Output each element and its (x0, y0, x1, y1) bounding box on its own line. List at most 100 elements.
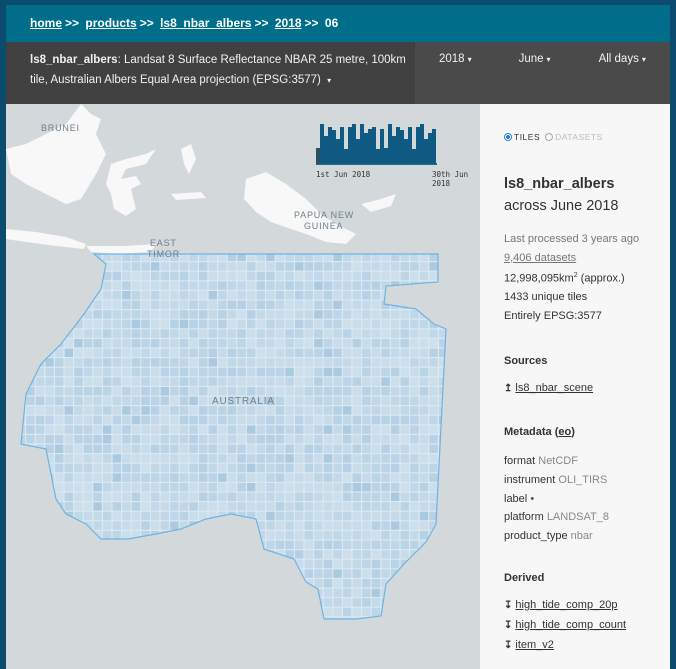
map-tile[interactable] (449, 339, 457, 347)
map-tile[interactable] (285, 617, 294, 625)
map-tile[interactable] (275, 483, 285, 492)
map-tile[interactable] (141, 271, 150, 281)
map-tile[interactable] (343, 607, 352, 617)
map-tile[interactable] (189, 540, 198, 549)
map-tile[interactable] (371, 348, 381, 357)
map-tile[interactable] (35, 435, 45, 444)
map-tile[interactable] (247, 444, 256, 453)
map-tile[interactable] (199, 579, 208, 588)
map-tile[interactable] (35, 262, 45, 271)
map-tile[interactable] (449, 262, 457, 270)
map-tile[interactable] (266, 348, 275, 357)
map-tile[interactable] (179, 367, 189, 377)
map-tile[interactable] (449, 617, 457, 625)
map-tile[interactable] (352, 396, 361, 405)
map-tile[interactable] (304, 463, 313, 473)
map-tile[interactable] (141, 367, 150, 377)
map-tile[interactable] (237, 358, 246, 367)
map-tile[interactable] (237, 521, 246, 530)
map-tile[interactable] (352, 348, 361, 357)
map-tile[interactable] (429, 435, 438, 444)
map-tile[interactable] (179, 511, 189, 521)
map-tile[interactable] (352, 310, 361, 319)
map-tile[interactable] (362, 396, 371, 405)
map-tile[interactable] (131, 559, 141, 569)
map-tile[interactable] (237, 281, 246, 290)
map-tile[interactable] (275, 300, 285, 309)
map-tile[interactable] (275, 511, 285, 521)
map-tile[interactable] (391, 377, 400, 386)
map-tile[interactable] (218, 454, 227, 463)
map-tile[interactable] (323, 387, 333, 396)
map-tile[interactable] (343, 588, 352, 597)
map-tile[interactable] (419, 319, 429, 329)
map-tile[interactable] (314, 444, 323, 453)
map-tile[interactable] (26, 550, 35, 559)
map-tile[interactable] (275, 559, 285, 569)
map-tile[interactable] (122, 310, 131, 319)
map-tile[interactable] (333, 550, 342, 559)
map-tile[interactable] (391, 415, 400, 425)
map-tile[interactable] (285, 435, 294, 444)
map-tile[interactable] (64, 300, 73, 309)
map-tile[interactable] (83, 329, 93, 338)
map-tile[interactable] (64, 425, 73, 434)
map-tile[interactable] (103, 291, 112, 300)
map-tile[interactable] (199, 502, 208, 511)
year-select[interactable]: 2018 ▾ (439, 42, 472, 104)
map-tile[interactable] (151, 444, 160, 453)
map-tile[interactable] (400, 367, 409, 377)
map-tile[interactable] (362, 569, 371, 578)
map-tile[interactable] (122, 559, 131, 569)
map-tile[interactable] (256, 435, 265, 444)
map-tile[interactable] (64, 473, 73, 482)
map-tile[interactable] (170, 396, 179, 405)
map-tile[interactable] (314, 502, 323, 511)
map-tile[interactable] (333, 540, 342, 549)
map-tile[interactable] (141, 348, 150, 357)
map-tile[interactable] (362, 339, 371, 348)
map-tile[interactable] (256, 617, 265, 625)
map-tile[interactable] (266, 598, 275, 607)
map-tile[interactable] (26, 579, 35, 588)
map-tile[interactable] (449, 387, 457, 395)
map-tile[interactable] (419, 377, 429, 386)
map-tile[interactable] (391, 425, 400, 434)
map-tile[interactable] (112, 492, 121, 501)
map-tile[interactable] (131, 329, 141, 338)
map-tile[interactable] (170, 569, 179, 578)
map-tile[interactable] (314, 319, 323, 329)
map-tile[interactable] (170, 348, 179, 357)
map-tile[interactable] (112, 262, 121, 271)
map-tile[interactable] (419, 463, 429, 473)
map-tile[interactable] (295, 310, 304, 319)
map-tile[interactable] (160, 473, 169, 482)
map-tile[interactable] (314, 300, 323, 309)
map-tile[interactable] (179, 271, 189, 281)
map-tile[interactable] (352, 377, 361, 386)
map-tile[interactable] (160, 463, 169, 473)
map-tile[interactable] (170, 262, 179, 271)
map-tile[interactable] (17, 540, 25, 549)
map-tile[interactable] (103, 367, 112, 377)
map-tile[interactable] (449, 377, 457, 385)
map-tile[interactable] (160, 348, 169, 357)
map-tile[interactable] (74, 550, 83, 559)
map-tile[interactable] (410, 511, 419, 521)
map-tile[interactable] (218, 271, 227, 281)
map-tile[interactable] (35, 348, 45, 357)
map-tile[interactable] (170, 550, 179, 559)
map-tile[interactable] (141, 396, 150, 405)
map-tile[interactable] (112, 329, 121, 338)
map-tile[interactable] (295, 502, 304, 511)
map-tile[interactable] (179, 281, 189, 290)
map-tile[interactable] (103, 281, 112, 290)
map-tile[interactable] (266, 607, 275, 617)
map-tile[interactable] (170, 588, 179, 597)
map-tile[interactable] (199, 387, 208, 396)
map-tile[interactable] (429, 483, 438, 492)
map-tile[interactable] (189, 396, 198, 405)
map-tile[interactable] (362, 540, 371, 549)
map-tile[interactable] (410, 540, 419, 549)
map-tile[interactable] (410, 425, 419, 434)
